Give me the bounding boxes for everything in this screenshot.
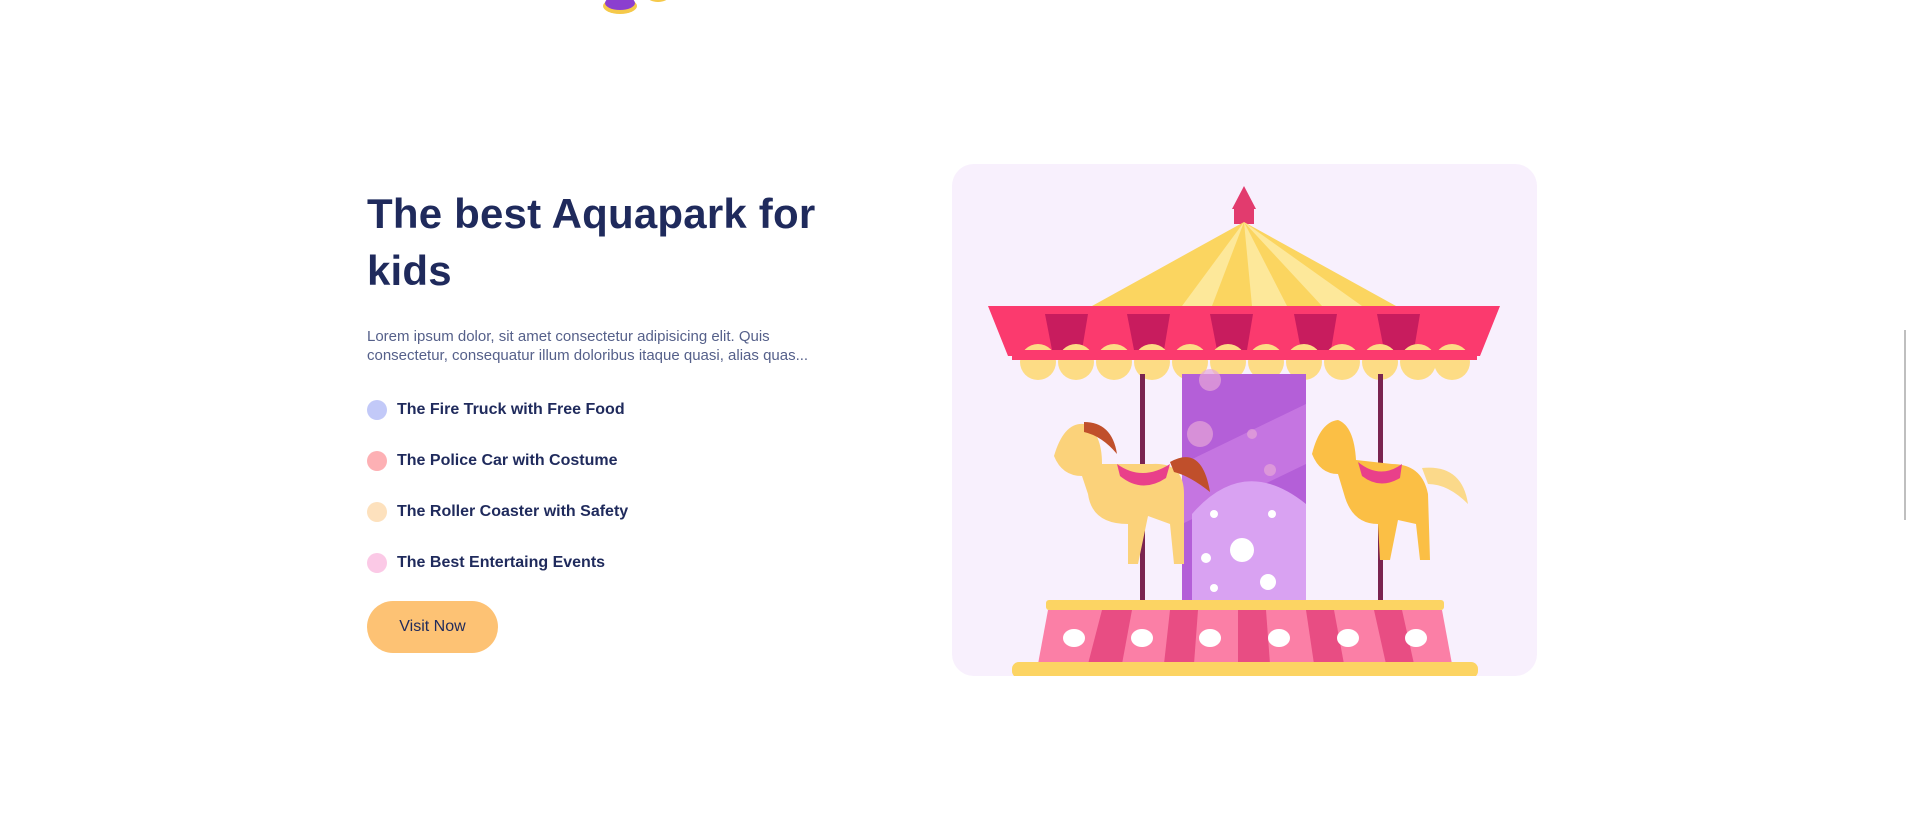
page: The best Aquapark for kids Lorem ipsum d… [0, 0, 1906, 838]
visit-now-button[interactable]: Visit Now [367, 601, 498, 653]
carousel-image-card [952, 164, 1537, 676]
feature-item-roller-coaster: The Roller Coaster with Safety [367, 499, 867, 524]
bullet-dot-icon [367, 399, 387, 420]
feature-item-police-car: The Police Car with Costume [367, 448, 867, 473]
section-description: Lorem ipsum dolor, sit amet consectetur … [367, 328, 809, 364]
section-title: The best Aquapark for kids [367, 190, 816, 294]
feature-item-events: The Best Entertaing Events [367, 550, 867, 575]
feature-label: The Fire Truck with Free Food [397, 400, 625, 418]
top-decoration-icon [603, 0, 667, 14]
bullet-dot-icon [367, 552, 387, 573]
feature-item-fire-truck: The Fire Truck with Free Food [367, 397, 867, 422]
feature-label: The Roller Coaster with Safety [397, 502, 629, 520]
bullet-dot-icon [367, 450, 387, 471]
carousel-illustration-icon [988, 186, 1500, 676]
bullet-dot-icon [367, 501, 387, 522]
content-column: The best Aquapark for kids Lorem ipsum d… [367, 185, 867, 653]
feature-label: The Best Entertaing Events [397, 553, 606, 571]
feature-list: The Fire Truck with Free Food The Police… [367, 397, 867, 575]
feature-label: The Police Car with Costume [397, 451, 618, 469]
